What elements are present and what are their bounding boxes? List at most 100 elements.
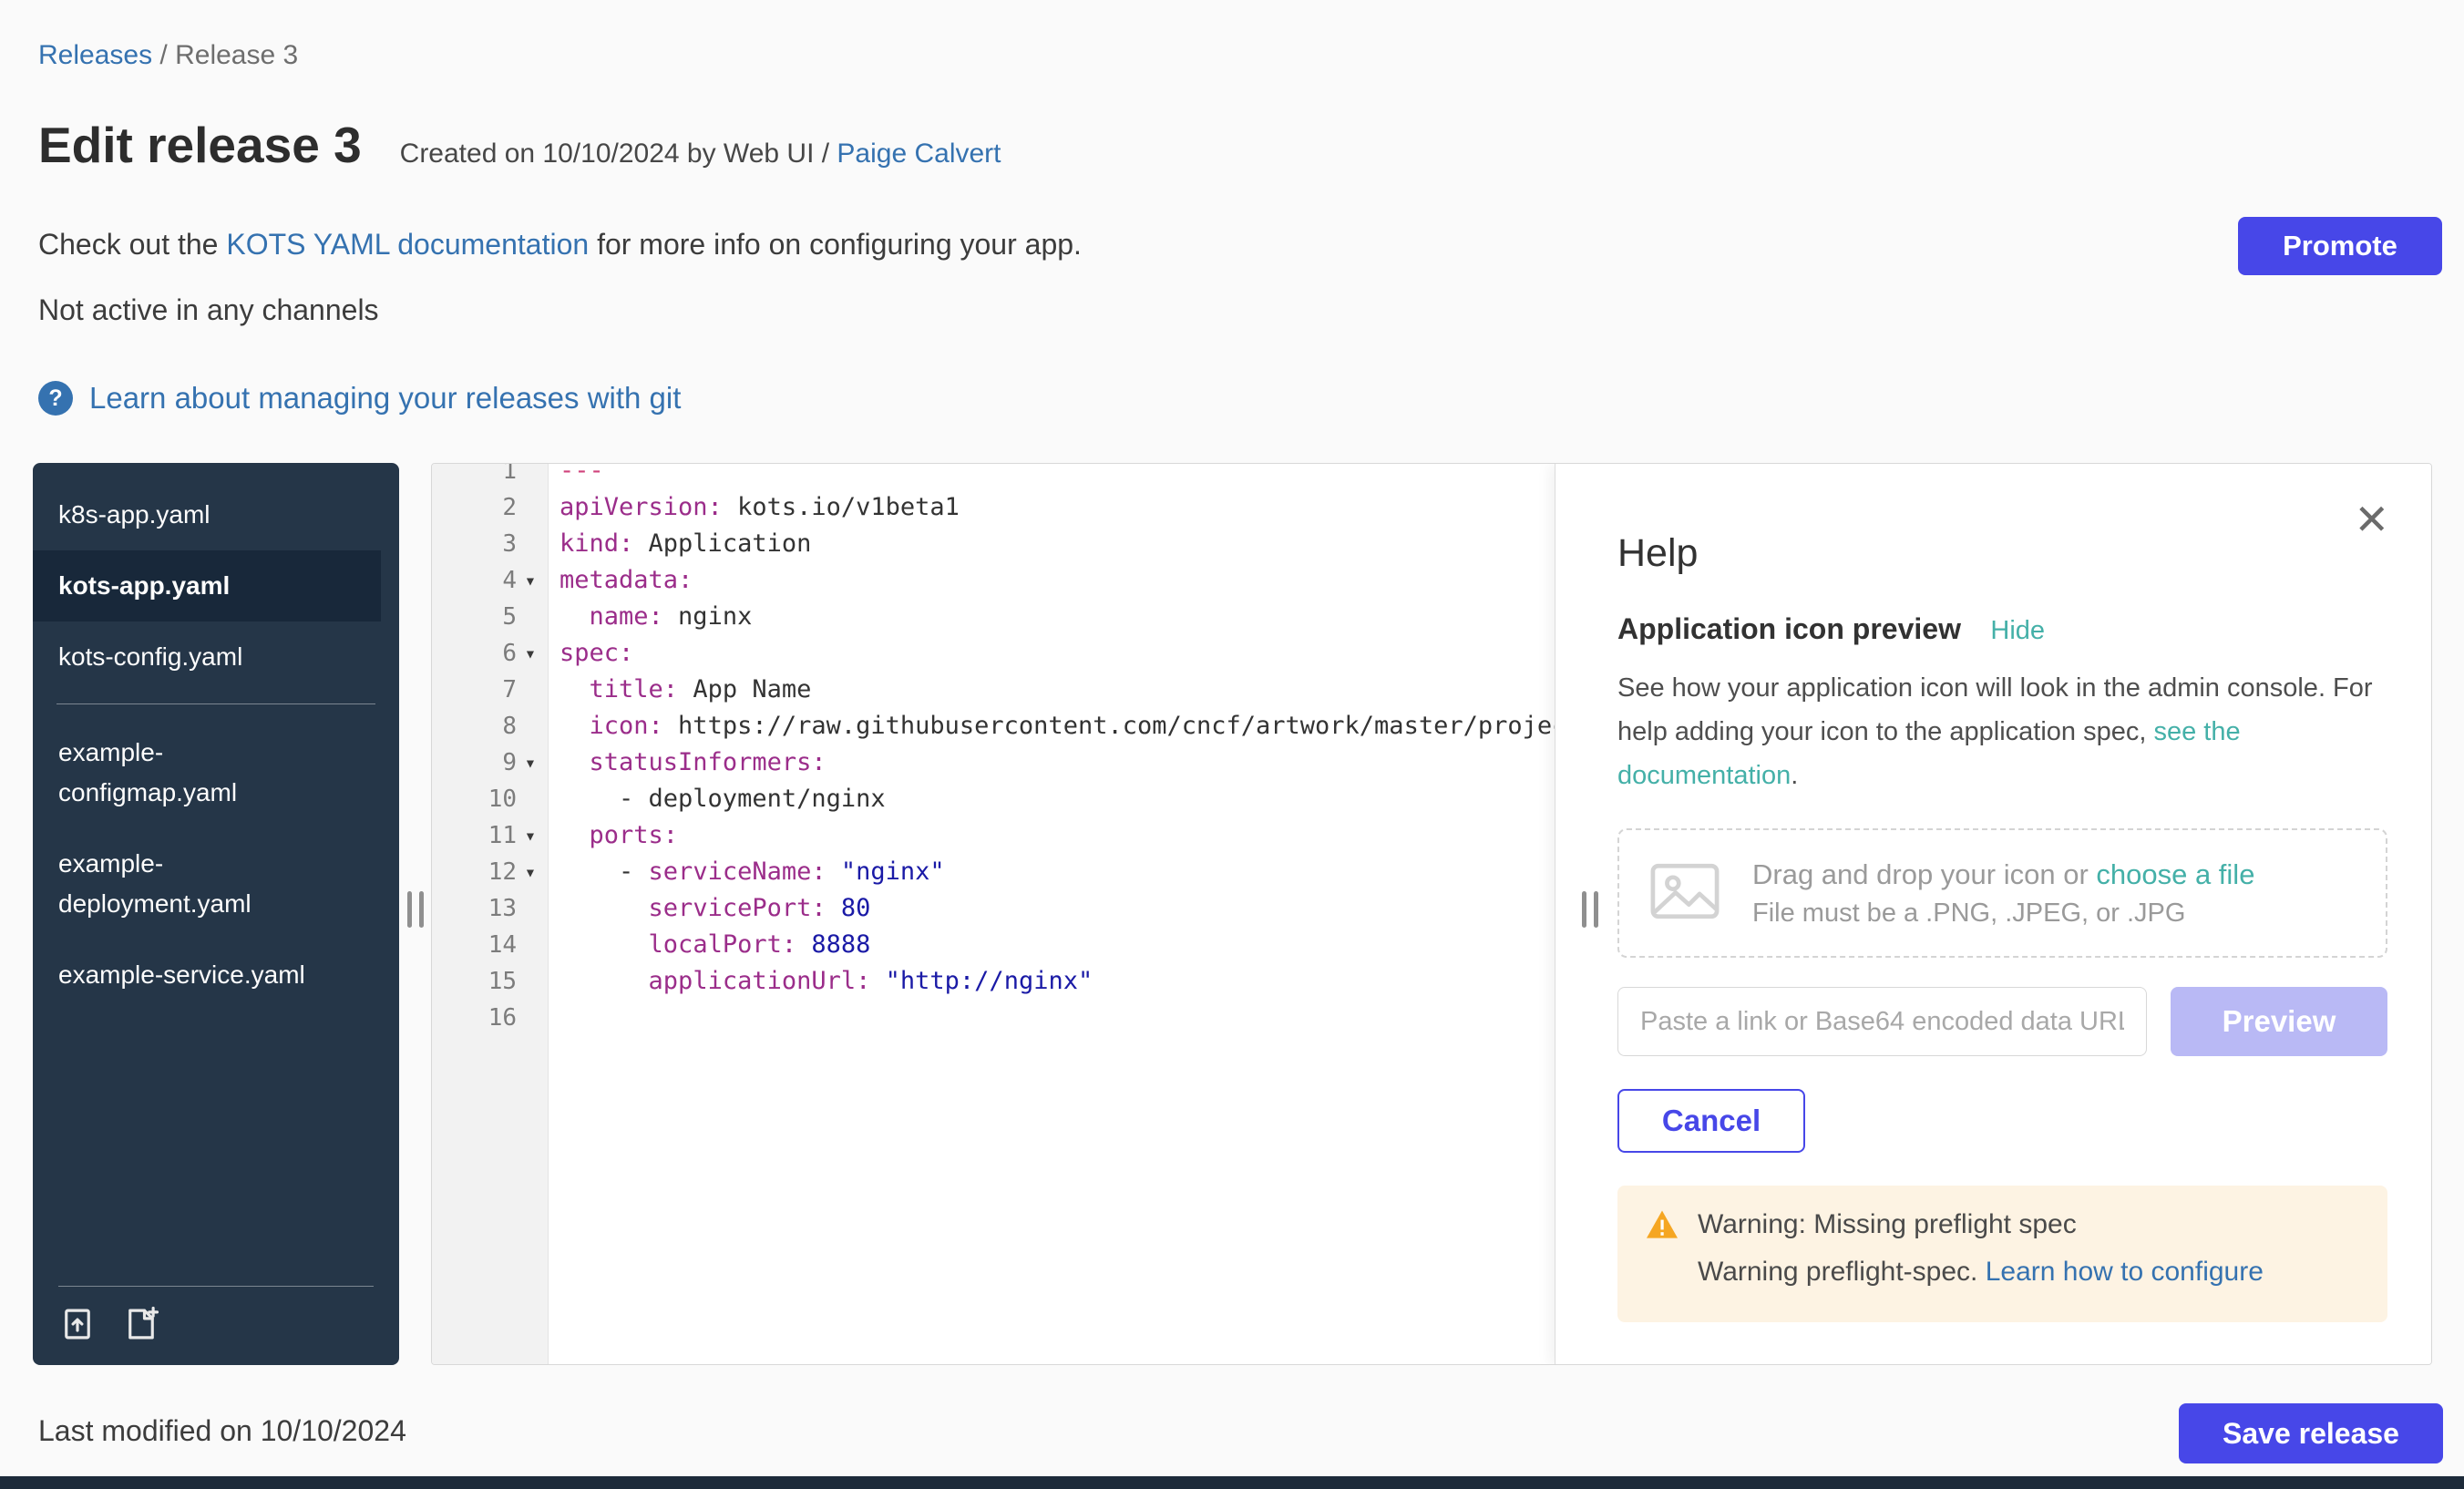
- configure-link[interactable]: Learn how to configure: [1986, 1257, 2264, 1287]
- gutter-line: 2: [432, 489, 548, 526]
- fold-icon[interactable]: ▾: [517, 752, 544, 774]
- gutter-line: 6▾: [432, 635, 548, 672]
- file-item[interactable]: k8s-app.yaml: [33, 479, 381, 550]
- file-list-main: k8s-app.yamlkots-app.yaml kots-config.yam…: [33, 479, 399, 693]
- icon-dropzone[interactable]: Drag and drop your icon or choose a file…: [1617, 828, 2387, 958]
- line-number: 6: [502, 640, 517, 667]
- warning-title: Warning: Missing preflight spec: [1698, 1209, 2077, 1240]
- gutter-line: 5: [432, 599, 548, 635]
- line-number: 11: [488, 822, 517, 849]
- file-label: example-configmap.yaml: [58, 733, 313, 813]
- gutter-line: 8: [432, 708, 548, 744]
- pane-resize-grip-left[interactable]: [407, 891, 424, 928]
- editor: 1234▾56▾789▾1011▾12▾13141516 ---apiVersi…: [431, 463, 2432, 1365]
- help-panel: ✕ Help Application icon preview Hide See…: [1555, 464, 2431, 1365]
- breadcrumb-separator: /: [152, 40, 175, 70]
- gutter-lines: 1234▾56▾789▾1011▾12▾13141516: [432, 464, 548, 1036]
- section-title: Application icon preview: [1617, 612, 1961, 645]
- gutter-line: 4▾: [432, 562, 548, 599]
- git-help-link[interactable]: Learn about managing your releases with …: [89, 381, 681, 416]
- choose-file-link[interactable]: choose a file: [2096, 858, 2254, 890]
- promote-button[interactable]: Promote: [2238, 217, 2442, 275]
- breadcrumb-current: Release 3: [175, 40, 298, 70]
- line-number: 3: [502, 530, 517, 558]
- file-item[interactable]: kots-config.yaml: [33, 621, 381, 693]
- line-number: 16: [488, 1004, 517, 1032]
- close-icon[interactable]: ✕: [2354, 498, 2389, 540]
- file-label: example-deployment.yaml: [58, 844, 313, 924]
- doc-suffix: for more info on configuring your app.: [589, 228, 1082, 261]
- channel-status: Not active in any channels: [38, 293, 379, 327]
- fold-icon[interactable]: ▾: [517, 861, 544, 883]
- file-sidebar: k8s-app.yamlkots-app.yaml kots-config.yam…: [33, 463, 399, 1365]
- file-label: example-service.yaml: [58, 955, 305, 995]
- warning-icon: [1645, 1209, 1679, 1240]
- fold-icon[interactable]: ▾: [517, 642, 544, 664]
- sidebar-icons: [58, 1305, 374, 1343]
- image-placeholder-icon: [1650, 863, 1720, 924]
- line-number: 14: [488, 931, 517, 959]
- author-link[interactable]: Paige Calvert: [837, 139, 1001, 169]
- breadcrumb-releases-link[interactable]: Releases: [38, 40, 152, 70]
- line-number: 8: [502, 713, 517, 740]
- line-number: 2: [502, 494, 517, 521]
- bottom-bar: [0, 1476, 2464, 1489]
- file-label: kots-config.yaml: [58, 637, 242, 677]
- gutter-line: 7: [432, 672, 548, 708]
- sidebar-footer-divider: [58, 1286, 374, 1287]
- dropzone-prefix: Drag and drop your icon or: [1752, 858, 2096, 890]
- gutter-line: 12▾: [432, 854, 548, 890]
- warning-text-prefix: Warning preflight-spec.: [1698, 1257, 1986, 1287]
- gutter-line: 3: [432, 526, 548, 562]
- fold-icon[interactable]: ▾: [517, 825, 544, 847]
- fold-icon[interactable]: ▾: [517, 570, 544, 591]
- gutter-line: 1: [432, 464, 548, 489]
- help-description-end: .: [1791, 761, 1798, 790]
- title-row: Edit release 3 Created on 10/10/2024 by …: [38, 120, 1001, 170]
- help-title: Help: [1617, 531, 2431, 576]
- gutter-line: 10: [432, 781, 548, 817]
- dropzone-main-text: Drag and drop your icon or choose a file: [1752, 858, 2254, 890]
- line-number: 5: [502, 603, 517, 631]
- icon-url-input[interactable]: [1617, 987, 2147, 1056]
- created-info: Created on 10/10/2024 by Web UI / Paige …: [400, 139, 1001, 169]
- save-release-button[interactable]: Save release: [2179, 1403, 2443, 1463]
- page-title: Edit release 3: [38, 120, 362, 170]
- warning-box: Warning: Missing preflight spec Warning …: [1617, 1186, 2387, 1322]
- help-section-head: Application icon preview Hide: [1617, 612, 2431, 646]
- hide-link[interactable]: Hide: [1990, 616, 2045, 645]
- tree-divider: [56, 703, 375, 704]
- file-item[interactable]: example-configmap.yaml: [33, 717, 381, 828]
- question-icon: ?: [38, 381, 73, 416]
- line-number: 9: [502, 749, 517, 776]
- git-help-line: ? Learn about managing your releases wit…: [38, 381, 681, 416]
- gutter-line: 15: [432, 963, 548, 1000]
- kots-doc-link[interactable]: KOTS YAML documentation: [226, 228, 589, 261]
- icon-link-row: Preview: [1617, 987, 2431, 1056]
- file-list-examples: example-configmap.yaml example-deployment…: [33, 717, 399, 1011]
- gutter: 1234▾56▾789▾1011▾12▾13141516: [432, 464, 549, 1364]
- line-number: 12: [488, 858, 517, 886]
- line-number: 13: [488, 895, 517, 922]
- new-file-icon[interactable]: [122, 1305, 160, 1343]
- file-item[interactable]: kots-app.yaml: [33, 550, 381, 621]
- pane-resize-grip-right[interactable]: [1582, 891, 1598, 928]
- file-item[interactable]: example-deployment.yaml: [33, 828, 381, 940]
- doc-info: Check out the KOTS YAML documentation fo…: [38, 228, 1082, 262]
- help-description-text: See how your application icon will look …: [1617, 673, 2373, 746]
- preview-button[interactable]: Preview: [2171, 987, 2387, 1056]
- gutter-line: 16: [432, 1000, 548, 1036]
- last-modified: Last modified on 10/10/2024: [38, 1414, 406, 1448]
- created-text: Created on 10/10/2024 by Web UI /: [400, 139, 837, 169]
- cancel-button[interactable]: Cancel: [1617, 1089, 1805, 1153]
- breadcrumb: Releases / Release 3: [38, 40, 298, 71]
- file-item[interactable]: example-service.yaml: [33, 940, 381, 1011]
- line-number: 1: [502, 464, 517, 485]
- gutter-line: 9▾: [432, 744, 548, 781]
- warning-text: Warning preflight-spec. Learn how to con…: [1698, 1257, 2360, 1288]
- line-number: 4: [502, 567, 517, 594]
- line-number: 10: [488, 786, 517, 813]
- line-number: 7: [502, 676, 517, 703]
- line-number: 15: [488, 968, 517, 995]
- upload-file-icon[interactable]: [58, 1305, 97, 1343]
